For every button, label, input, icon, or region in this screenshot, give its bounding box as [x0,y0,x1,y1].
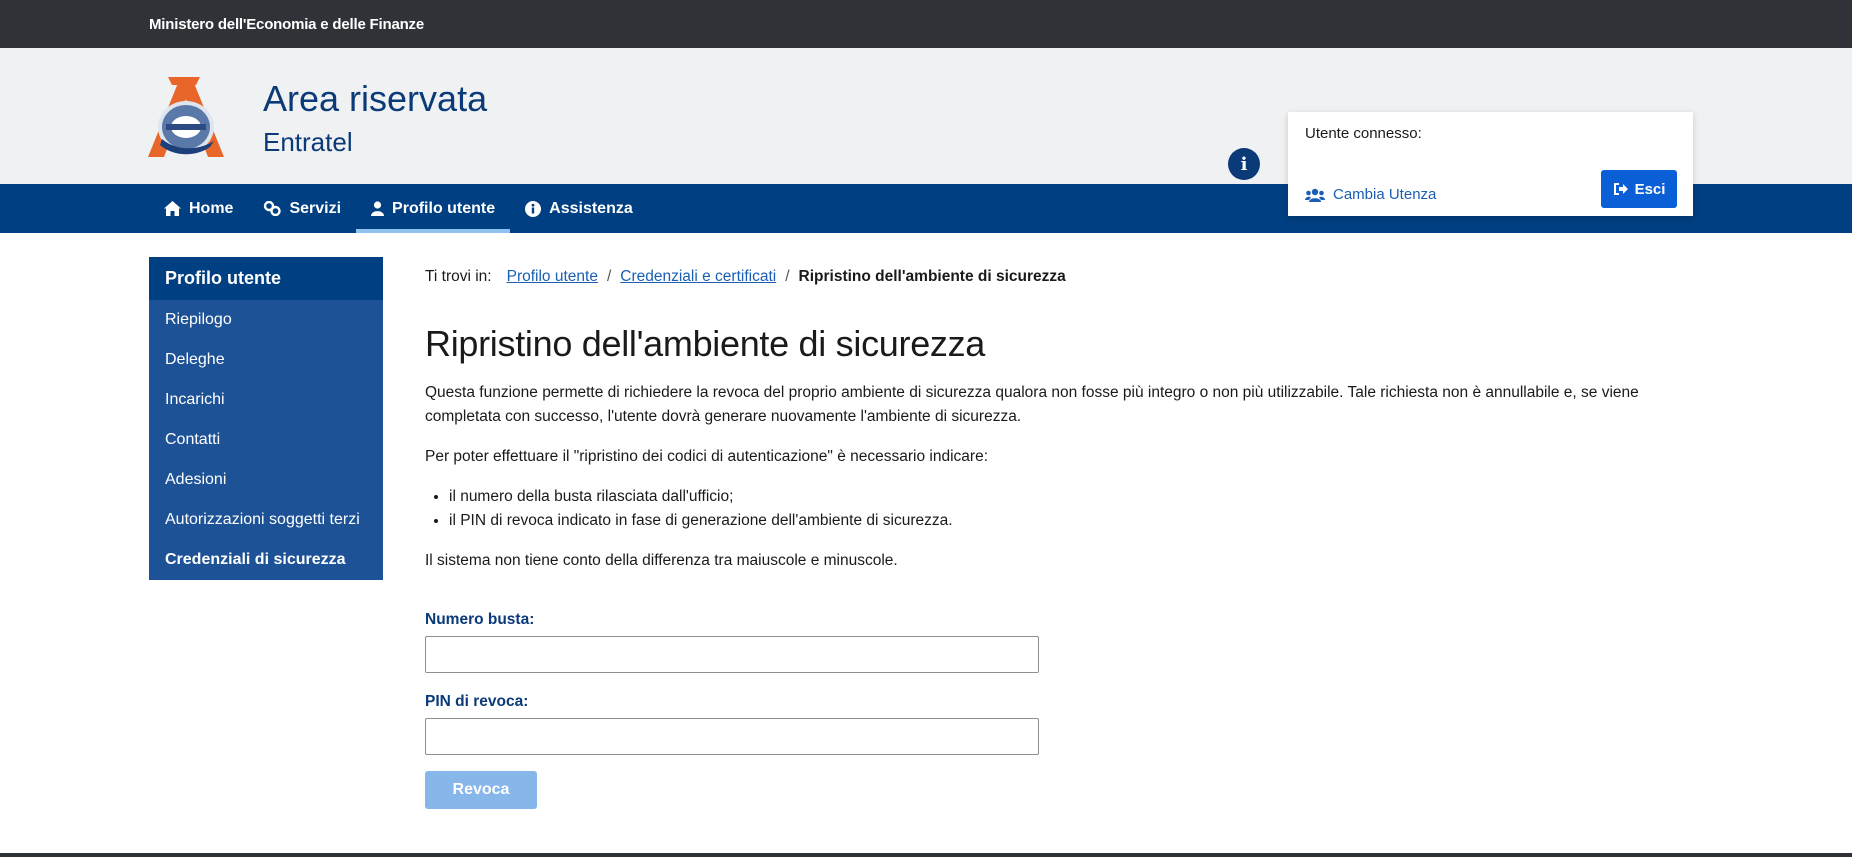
instructions-text: Per poter effettuare il "ripristino dei … [425,448,988,465]
home-icon [164,201,181,216]
main-content: Ti trovi in: Profilo utente / Credenzial… [425,268,1675,809]
list-item: il numero della busta rilasciata dall'uf… [449,485,1675,509]
logout-label: Esci [1634,180,1666,198]
site-header: Area riservata Entratel i Utente conness… [0,48,1852,216]
sidebar-item-autorizzazioni[interactable]: Autorizzazioni soggetti terzi [149,500,383,540]
page-title: Ripristino dell'ambiente di sicurezza [425,323,986,364]
breadcrumb-prefix: Ti trovi in: [425,268,492,285]
switch-user-label: Cambia Utenza [1333,186,1437,203]
header-title: Area riservata [263,78,488,119]
services-icon [264,201,282,216]
logout-button[interactable]: Esci [1601,170,1677,208]
user-panel: Utente connesso: Cambia Utenza Esci [1288,112,1693,216]
connected-user-label: Utente connesso: [1305,125,1422,142]
nav-services[interactable]: Servizi [248,184,356,233]
sidebar-item-incarichi[interactable]: Incarichi [149,380,383,420]
nav-home[interactable]: Home [149,184,248,233]
ministry-name: Ministero dell'Economia e delle Finanze [149,15,424,33]
nav-assistance[interactable]: Assistenza [510,184,648,233]
breadcrumb-link-profile[interactable]: Profilo utente [507,268,598,286]
nav-user-profile[interactable]: Profilo utente [356,184,511,233]
nav-assistance-label: Assistenza [549,199,633,217]
info-circle-icon[interactable]: i [1228,148,1260,180]
switch-user-link[interactable]: Cambia Utenza [1305,186,1436,203]
envelope-number-label: Numero busta: [425,611,535,628]
sidebar: Profilo utente Riepilogo Deleghe Incaric… [149,257,383,580]
top-bar: Ministero dell'Economia e delle Finanze [0,0,1852,48]
envelope-number-input[interactable] [425,636,1039,673]
nav-services-label: Servizi [289,199,342,217]
user-icon [371,201,385,216]
revoke-form: Numero busta: PIN di revoca: Revoca [425,611,1675,809]
sidebar-item-credenziali[interactable]: Credenziali di sicurezza [149,540,383,580]
list-item: il PIN di revoca indicato in fase di gen… [449,509,1675,533]
agenzia-entrate-logo-icon[interactable] [148,77,224,157]
nav-home-label: Home [189,199,234,217]
sidebar-header: Profilo utente [149,257,383,300]
breadcrumb-link-credentials[interactable]: Credenziali e certificati [620,268,776,286]
footer-border [0,853,1852,857]
breadcrumb: Ti trovi in: Profilo utente / Credenzial… [425,268,1675,286]
revoke-button[interactable]: Revoca [425,771,537,809]
sidebar-item-deleghe[interactable]: Deleghe [149,340,383,380]
sign-out-icon [1613,183,1628,195]
case-note: Il sistema non tiene conto della differe… [425,552,898,569]
breadcrumb-current: Ripristino dell'ambiente di sicurezza [798,268,1066,285]
nav-user-profile-label: Profilo utente [392,199,496,217]
sidebar-item-adesioni[interactable]: Adesioni [149,460,383,500]
brand: Area riservata Entratel [263,78,487,162]
pin-input[interactable] [425,718,1039,755]
pin-label: PIN di revoca: [425,693,529,710]
breadcrumb-separator: / [785,268,790,285]
info-icon [525,200,542,217]
sidebar-item-contatti[interactable]: Contatti [149,420,383,460]
requirements-list: il numero della busta rilasciata dall'uf… [425,485,1675,533]
header-subtitle: Entratel [263,127,353,157]
breadcrumb-separator: / [606,268,612,285]
intro-text: Questa funzione permette di richiedere l… [425,384,1639,425]
sidebar-item-riepilogo[interactable]: Riepilogo [149,300,383,340]
users-icon [1305,188,1325,202]
